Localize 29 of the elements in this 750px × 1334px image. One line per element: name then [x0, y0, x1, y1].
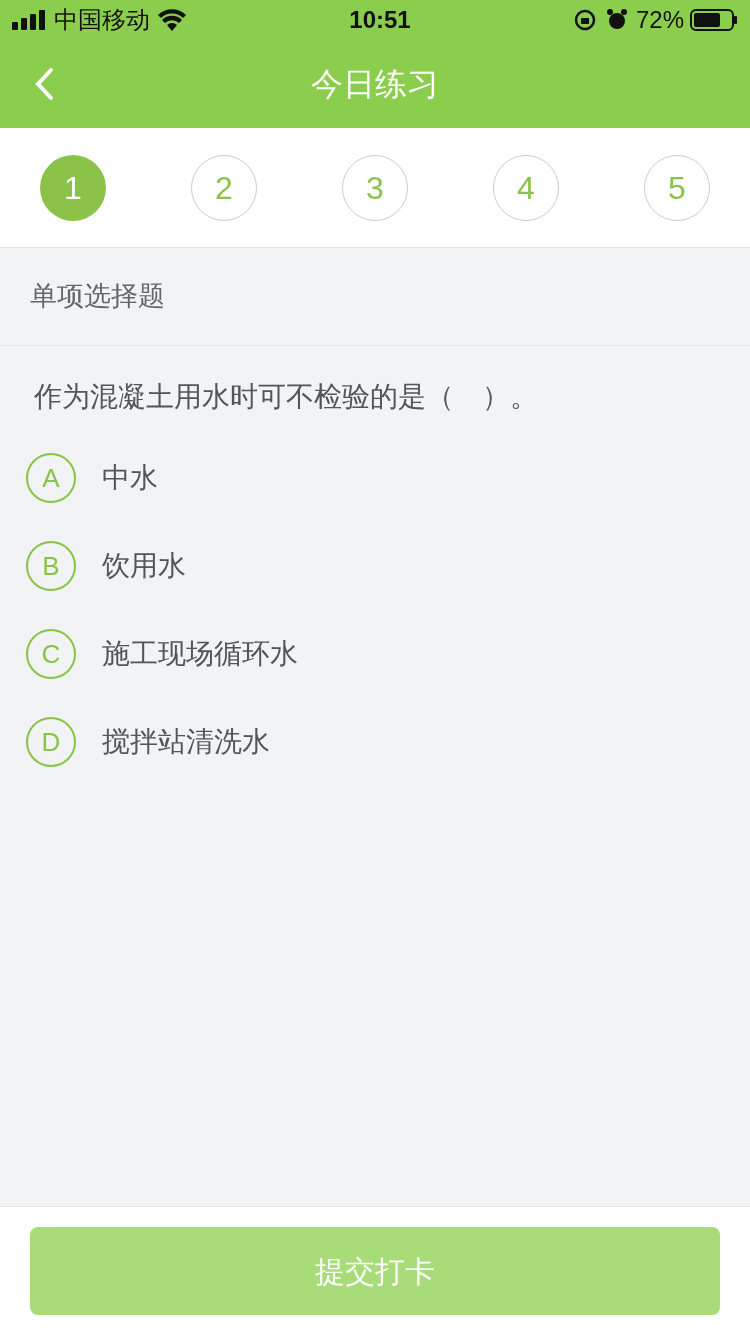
rotation-lock-icon	[573, 9, 596, 31]
question-step[interactable]: 1	[40, 154, 106, 221]
back-icon	[34, 67, 54, 101]
answer-option[interactable]: D 搅拌站清洗水	[0, 698, 750, 786]
answer-option[interactable]: C 施工现场循环水	[0, 610, 750, 698]
battery-icon	[690, 9, 738, 31]
option-text: 饮用水	[102, 549, 186, 583]
question-step[interactable]: 2	[191, 154, 257, 221]
wifi-icon	[158, 9, 186, 31]
option-letter: A	[26, 453, 76, 503]
page-title: 今日练习	[311, 65, 439, 104]
status-time: 10:51	[349, 5, 411, 35]
option-letter: C	[26, 629, 76, 679]
signal-icon	[12, 10, 48, 30]
alarm-icon	[605, 9, 628, 31]
battery-percent: 72%	[635, 5, 684, 35]
carrier-name: 中国移动	[54, 5, 150, 35]
question-step[interactable]: 5	[644, 154, 710, 221]
option-text: 中水	[102, 461, 158, 495]
answer-option[interactable]: B 饮用水	[0, 522, 750, 610]
option-letter: D	[26, 717, 76, 767]
question-step[interactable]: 3	[342, 154, 408, 221]
question-text: 作为混凝土用水时可不检验的是（ ）。	[34, 381, 538, 412]
question-step[interactable]: 4	[493, 154, 559, 221]
option-text: 搅拌站清洗水	[102, 725, 270, 759]
answer-option[interactable]: A 中水	[0, 434, 750, 522]
option-letter: B	[26, 541, 76, 591]
question-type: 单项选择题	[30, 280, 165, 314]
option-text: 施工现场循环水	[102, 637, 298, 671]
